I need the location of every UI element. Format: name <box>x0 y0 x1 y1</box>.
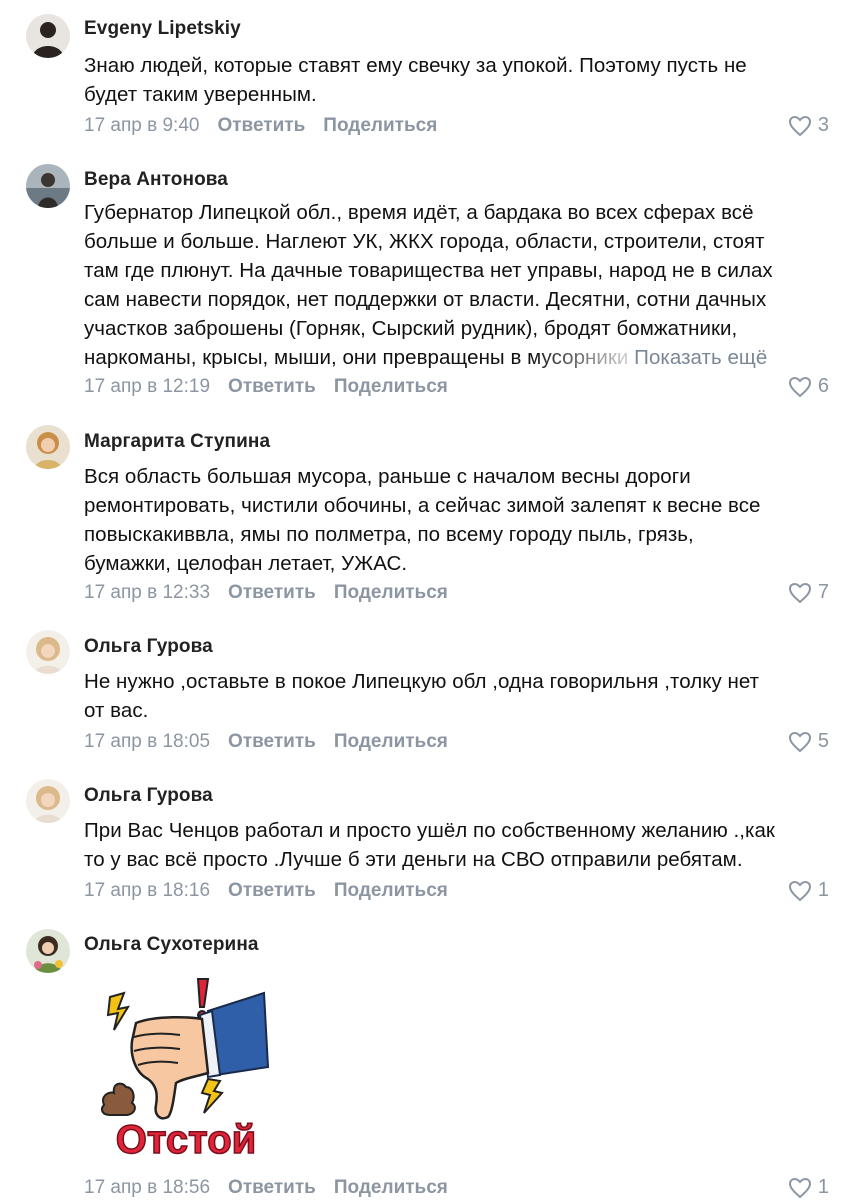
author-name[interactable]: Вера Антонова <box>84 169 228 191</box>
comment-meta: 17 апр в 18:16 Ответить Поделиться <box>84 880 448 902</box>
heart-icon <box>788 115 811 136</box>
comment-date[interactable]: 17 апр в 18:05 <box>84 731 210 753</box>
share-button[interactable]: Поделиться <box>334 1177 448 1199</box>
author-name[interactable]: Evgeny Lipetskiy <box>84 18 241 40</box>
comment-line: сам навести порядок, нет поддержки от вл… <box>84 288 767 311</box>
heart-icon <box>788 376 811 397</box>
comment-meta: 17 апр в 18:05 Ответить Поделиться <box>84 731 448 753</box>
comment-line: участков заброшены (Горняк, Сырский рудн… <box>84 317 738 340</box>
avatar[interactable] <box>26 164 70 208</box>
show-more-link[interactable]: Показать ещё <box>634 346 767 369</box>
like-count: 7 <box>817 581 829 603</box>
avatar[interactable] <box>26 929 70 973</box>
comment-text: Знаю людей, которые ставят ему свечку за… <box>84 51 832 109</box>
user-photo-icon <box>26 425 70 469</box>
user-photo-icon <box>26 630 70 674</box>
author-name[interactable]: Ольга Гурова <box>84 785 213 807</box>
heart-icon <box>788 731 811 752</box>
comment-line: то у вас всё просто .Лучше б эти деньги … <box>84 848 743 871</box>
reply-button[interactable]: Ответить <box>228 376 316 398</box>
comment-line: бумажки, целофан летает, УЖАС. <box>84 552 408 575</box>
like-button[interactable]: 6 <box>788 375 829 398</box>
avatar[interactable] <box>26 425 70 469</box>
avatar[interactable] <box>26 779 70 823</box>
share-button[interactable]: Поделиться <box>334 880 448 902</box>
comment-text: Губернатор Липецкой обл., время идёт, а … <box>84 198 832 372</box>
comment-meta: 17 апр в 9:40 Ответить Поделиться <box>84 115 437 137</box>
sticker-text: Отстой <box>116 1118 257 1160</box>
user-photo-icon <box>26 164 70 208</box>
reply-button[interactable]: Ответить <box>228 731 316 753</box>
comment-text: Не нужно ,оставьте в покое Липецкую обл … <box>84 667 832 725</box>
comment-date[interactable]: 17 апр в 12:19 <box>84 376 210 398</box>
reply-button[interactable]: Ответить <box>228 1177 316 1199</box>
comment-last-line: наркоманы, крысы, мыши, они превращены в… <box>84 343 832 372</box>
comment-line: При Вас Ченцов работал и просто ушёл по … <box>84 819 775 842</box>
like-count: 1 <box>817 879 829 901</box>
sticker-thumbs-down[interactable]: Отстой <box>96 975 276 1163</box>
comment-line: Вся область большая мусора, раньше с нач… <box>84 465 691 488</box>
comment-line: повыскакиввла, ямы по полметра, по всему… <box>84 523 694 546</box>
comment-text: При Вас Ченцов работал и просто ушёл по … <box>84 816 832 874</box>
like-count: 3 <box>817 114 829 136</box>
share-button[interactable]: Поделиться <box>323 115 437 137</box>
comment-line-faded: наркоманы, крысы, мыши, они превращены в… <box>84 346 629 369</box>
heart-icon <box>788 582 811 603</box>
comment-meta: 17 апр в 12:19 Ответить Поделиться <box>84 376 448 398</box>
comment-date[interactable]: 17 апр в 9:40 <box>84 115 199 137</box>
comment-date[interactable]: 17 апр в 18:16 <box>84 880 210 902</box>
like-button[interactable]: 7 <box>788 581 829 604</box>
like-button[interactable]: 1 <box>788 879 829 902</box>
author-name[interactable]: Маргарита Ступина <box>84 431 270 453</box>
heart-icon <box>788 1177 811 1198</box>
like-button[interactable]: 3 <box>788 114 829 137</box>
share-button[interactable]: Поделиться <box>334 376 448 398</box>
author-name[interactable]: Ольга Сухотерина <box>84 934 259 956</box>
comment-text: Вся область большая мусора, раньше с нач… <box>84 462 832 578</box>
user-photo-icon <box>26 779 70 823</box>
comment-date[interactable]: 17 апр в 18:56 <box>84 1177 210 1199</box>
comment-line: будет таким уверенным. <box>84 83 317 106</box>
like-count: 5 <box>817 730 829 752</box>
comment-line: от вас. <box>84 699 149 722</box>
share-button[interactable]: Поделиться <box>334 731 448 753</box>
comment-line: больше и больше. Наглеют УК, ЖКХ города,… <box>84 230 765 253</box>
like-button[interactable]: 5 <box>788 730 829 753</box>
share-button[interactable]: Поделиться <box>334 582 448 604</box>
comment-meta: 17 апр в 12:33 Ответить Поделиться <box>84 582 448 604</box>
reply-button[interactable]: Ответить <box>228 582 316 604</box>
comment-line: там где плюнут. На дачные товарищества н… <box>84 259 773 282</box>
comment-line: ремонтировать, чистили обочины, а сейчас… <box>84 494 761 517</box>
reply-button[interactable]: Ответить <box>228 880 316 902</box>
like-count: 1 <box>817 1176 829 1198</box>
comment-meta: 17 апр в 18:56 Ответить Поделиться <box>84 1177 448 1199</box>
comment-line: Губернатор Липецкой обл., время идёт, а … <box>84 201 754 224</box>
comment-line: Не нужно ,оставьте в покое Липецкую обл … <box>84 670 760 693</box>
heart-icon <box>788 880 811 901</box>
user-photo-icon <box>26 929 70 973</box>
avatar[interactable] <box>26 14 70 58</box>
comment-line: Знаю людей, которые ставят ему свечку за… <box>84 54 747 77</box>
author-name[interactable]: Ольга Гурова <box>84 636 213 658</box>
reply-button[interactable]: Ответить <box>217 115 305 137</box>
like-button[interactable]: 1 <box>788 1176 829 1199</box>
user-silhouette-icon <box>26 14 70 58</box>
comment-date[interactable]: 17 апр в 12:33 <box>84 582 210 604</box>
like-count: 6 <box>817 375 829 397</box>
avatar[interactable] <box>26 630 70 674</box>
